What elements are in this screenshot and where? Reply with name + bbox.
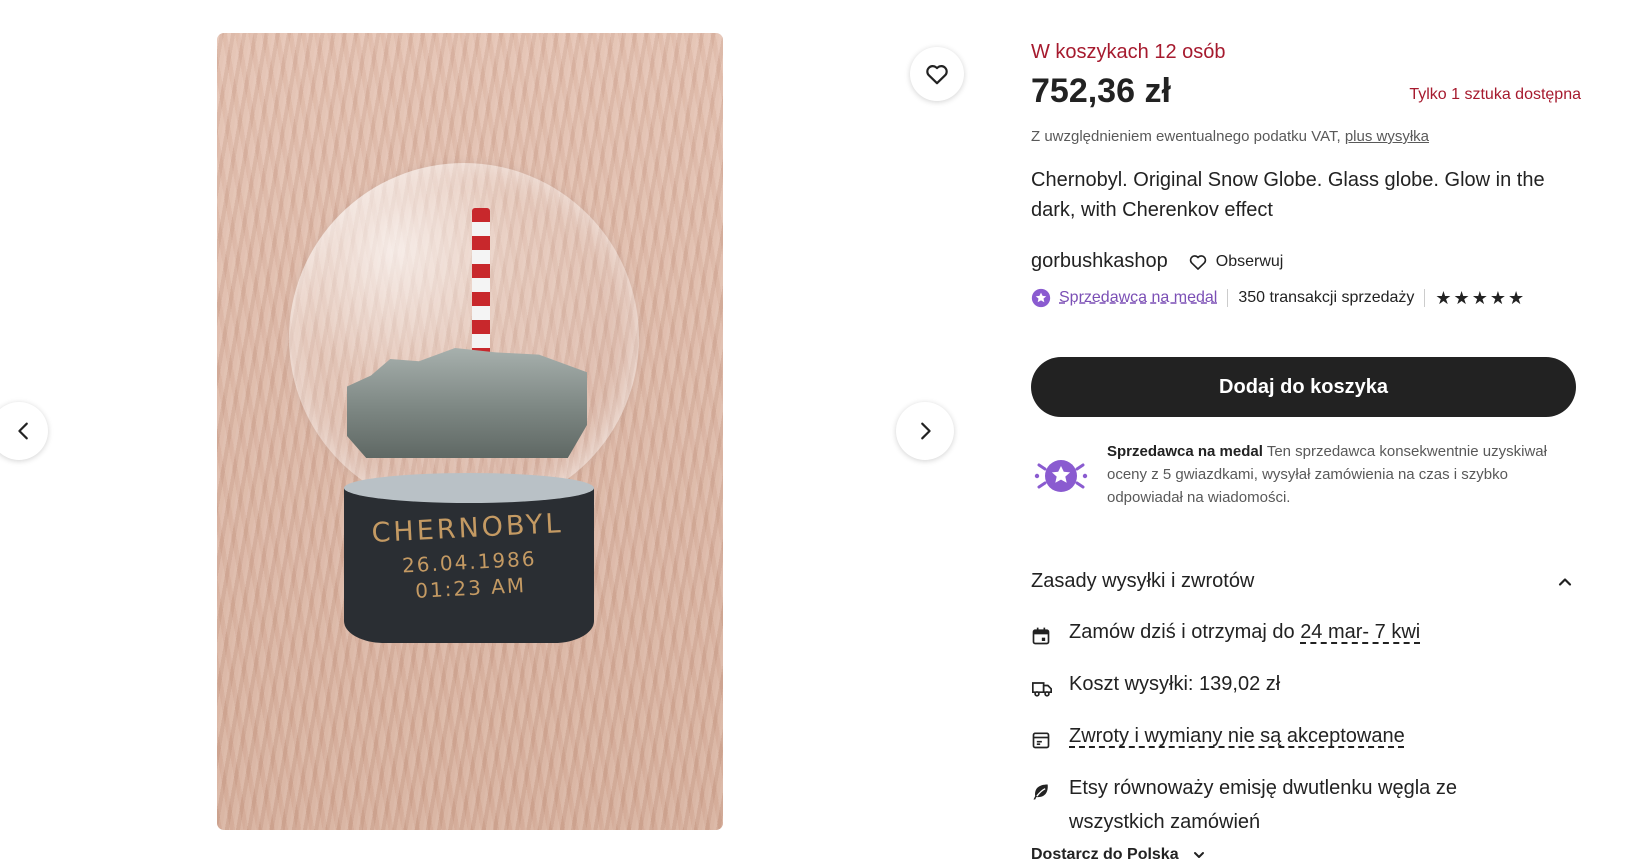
image-gallery: CHERNOBYL 26.04.1986 01:23 AM [0,0,980,867]
heart-icon [1189,254,1207,270]
calendar-icon [1032,627,1050,645]
shipping-section-title: Zasady wysyłki i zwrotów [1031,570,1255,592]
deliver-to-label: Dostarcz do Polska [1031,846,1179,863]
previous-image-button[interactable] [0,402,48,460]
favorite-button[interactable] [910,47,964,101]
leaf-icon [1033,784,1048,800]
vat-note-text: Z uwzględnieniem ewentualnego podatku VA… [1031,128,1341,145]
returns-policy-link[interactable]: Zwroty i wymiany nie są akceptowane [1069,719,1405,753]
follow-label: Obserwuj [1215,252,1284,270]
returns-policy: Zwroty i wymiany nie są akceptowane [1031,719,1581,761]
divider [1227,289,1229,307]
shipping-cost: Koszt wysyłki: 139,02 zł [1031,667,1581,709]
delivery-dates[interactable]: 24 mar- 7 kwi [1300,621,1420,643]
divider [1424,289,1426,307]
shipping-section-toggle[interactable]: Zasady wysyłki i zwrotów [1031,570,1581,593]
delivery-prefix: Zamów dziś i otrzymaj do [1069,621,1295,643]
price: 752,36 zł [1031,72,1171,110]
deliver-to-selector[interactable]: Dostarcz do Polska [1031,846,1207,864]
follow-shop-button[interactable]: Obserwuj [1188,252,1284,272]
listing-title: Chernobyl. Original Snow Globe. Glass gl… [1031,169,1545,221]
listing-info: W koszykach 12 osób 752,36 zł Tylko 1 sz… [1031,0,1581,867]
star-icon: ★ [1471,288,1488,308]
star-badge-icon [1031,288,1051,308]
shop-rating-stars[interactable]: ★ ★ ★ ★ ★ [1435,289,1524,307]
chevron-down-icon [1193,852,1204,858]
globe-base-rim [344,473,594,503]
star-seller-title: Sprzedawca na medal [1107,443,1263,460]
stock-note: Tylko 1 sztuka dostępna [1409,86,1581,103]
listing-photo[interactable]: CHERNOBYL 26.04.1986 01:23 AM [217,33,723,830]
shipping-details: Zamów dziś i otrzymaj do 24 mar- 7 kwi K… [1031,615,1581,849]
star-seller-info: Sprzedawca na medal Ten sprzedawca konse… [1031,440,1581,509]
star-icon: ★ [1453,288,1470,308]
star-icon: ★ [1435,288,1452,308]
star-seller-description: Sprzedawca na medal Ten sprzedawca konse… [1107,440,1581,509]
globe-base-engraving: CHERNOBYL 26.04.1986 01:23 AM [342,507,596,607]
returns-box-icon [1032,732,1050,749]
star-icon: ★ [1489,288,1506,308]
vat-note: Z uwzględnieniem ewentualnego podatku VA… [1031,128,1429,145]
truck-icon [1032,682,1052,697]
globe-chimney [472,208,490,358]
carbon-text-line1: Etsy równoważy emisję dwutlenku węgla ze [1069,777,1457,799]
basket-count-note: W koszykach 12 osób [1031,41,1226,63]
shop-name[interactable]: gorbushkashop [1031,250,1168,273]
star-seller-badge-icon [1034,460,1088,492]
add-to-cart-button[interactable]: Dodaj do koszyka [1031,357,1576,417]
heart-icon [926,65,948,85]
chevron-up-icon [1558,577,1572,586]
next-image-button[interactable] [896,402,954,460]
shipping-link[interactable]: plus wysyłka [1345,128,1429,145]
star-seller-link[interactable]: Sprzedawca na medal [1059,289,1217,307]
carbon-text-line2: wszystkich zamówień [1069,811,1261,833]
snow-globe-glass [289,163,639,513]
star-icon: ★ [1507,288,1525,308]
shop-row: gorbushkashop Obserwuj [1031,250,1283,273]
sales-count: 350 transakcji sprzedaży [1238,289,1415,306]
shipping-cost-text: Koszt wysyłki: 139,02 zł [1069,673,1281,695]
carbon-offset-note: Etsy równoważy emisję dwutlenku węgla ze… [1031,771,1581,839]
chevron-left-icon [18,422,28,440]
delivery-estimate: Zamów dziś i otrzymaj do 24 mar- 7 kwi [1031,615,1581,657]
shop-rating-row: Sprzedawca na medal 350 transakcji sprze… [1031,288,1524,308]
chevron-right-icon [921,422,931,440]
